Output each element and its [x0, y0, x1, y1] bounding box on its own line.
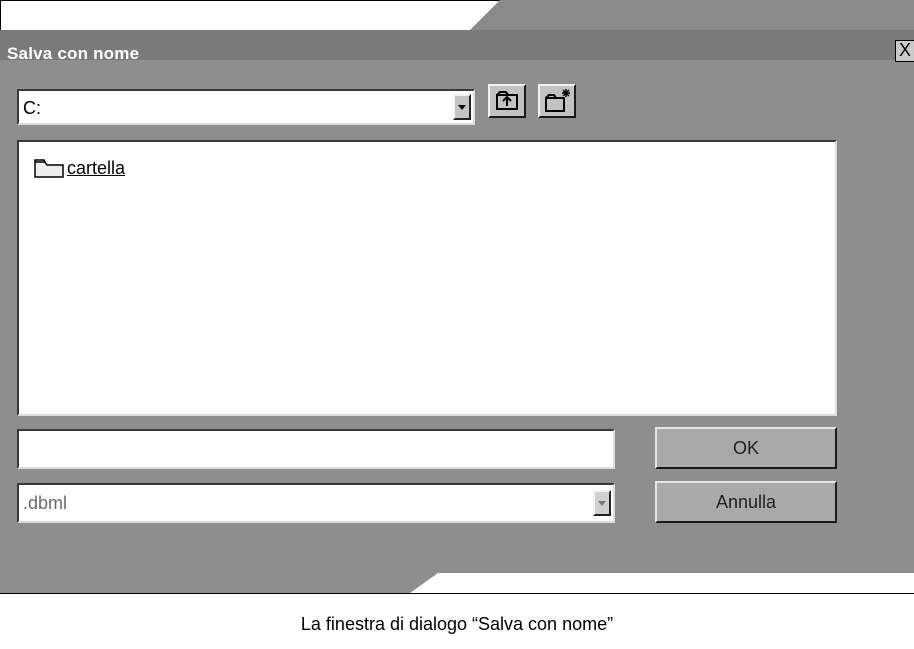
up-folder-button[interactable]: [488, 84, 526, 118]
file-list[interactable]: cartella: [17, 140, 837, 416]
ok-button[interactable]: OK: [655, 427, 837, 469]
filetype-dropdown-button[interactable]: [593, 490, 611, 516]
new-folder-icon: [545, 89, 570, 112]
cancel-button[interactable]: Annulla: [655, 481, 837, 523]
list-item[interactable]: cartella: [33, 157, 125, 179]
bottom-decoration: [410, 573, 914, 593]
top-decoration: [470, 0, 914, 30]
filetype-select[interactable]: .dbml: [17, 483, 615, 523]
filetype-value: .dbml: [23, 493, 68, 513]
new-folder-button[interactable]: [538, 84, 576, 118]
figure-caption: La finestra di dialogo “Salva con nome”: [300, 614, 614, 634]
chevron-down-icon: [598, 501, 606, 506]
close-button[interactable]: X: [895, 40, 914, 62]
folder-label: cartella: [67, 157, 126, 178]
filename-input[interactable]: [17, 429, 615, 469]
drive-select[interactable]: C:: [17, 89, 475, 125]
drive-value: C:: [23, 98, 41, 118]
dialog-title: Salva con nome: [7, 44, 140, 63]
folder-icon: [34, 159, 64, 178]
up-folder-icon: [496, 91, 518, 110]
chevron-down-icon: [458, 105, 466, 110]
drive-dropdown-button[interactable]: [453, 94, 471, 120]
